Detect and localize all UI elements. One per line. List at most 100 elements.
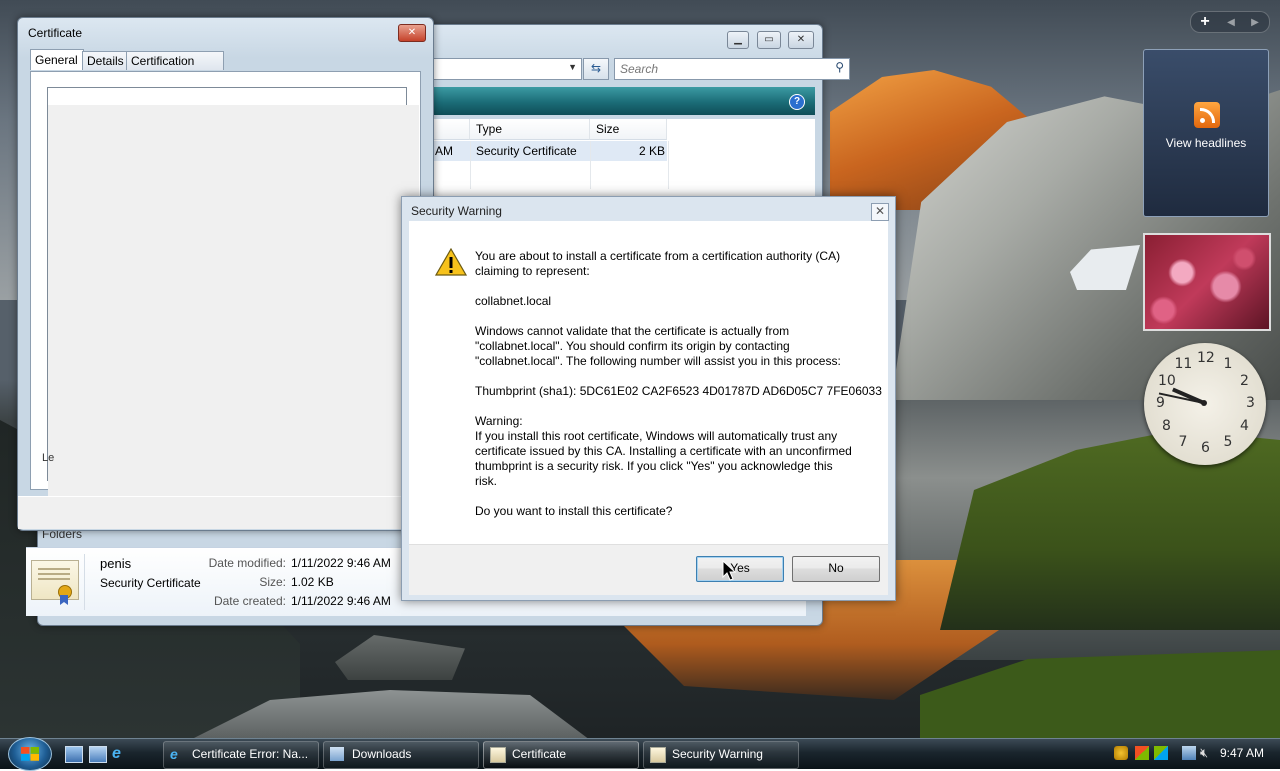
clock-numeral: 6 — [1201, 440, 1210, 456]
close-button[interactable]: ✕ — [788, 31, 814, 49]
windows-update-icon[interactable] — [1135, 746, 1149, 760]
ribbon-icon — [60, 595, 68, 605]
column-header-date[interactable] — [433, 119, 470, 140]
thumbprint-text: Thumbprint (sha1): 5DC61E02 CA2F6523 4D0… — [475, 384, 882, 398]
maximize-button[interactable]: ▭ — [757, 31, 781, 49]
mouse-pointer-icon — [722, 560, 736, 581]
security-shield-icon[interactable] — [1114, 746, 1128, 760]
search-input[interactable]: Search ⚲ — [614, 58, 850, 80]
taskbar-item-downloads[interactable]: Downloads — [323, 741, 479, 769]
close-button[interactable]: ✕ — [398, 24, 426, 42]
clock-numeral: 3 — [1246, 395, 1255, 411]
no-button[interactable]: No — [792, 556, 880, 582]
button-bar — [18, 496, 431, 529]
date-created-value: 1/11/2022 9:46 AM — [291, 594, 391, 608]
file-size: 2 KB — [639, 144, 666, 158]
volume-muted-icon[interactable]: 🔇︎ — [1200, 746, 1214, 760]
clock-pivot — [1201, 400, 1207, 406]
system-tray: 🔇︎ 9:47 AM — [1108, 740, 1280, 768]
feed-headlines-label[interactable]: View headlines — [1144, 136, 1268, 150]
next-gadget-icon[interactable]: ▶ — [1243, 17, 1267, 28]
file-date-fragment: AM — [435, 144, 453, 158]
internet-explorer-icon: e — [170, 746, 178, 762]
clock-time[interactable]: 9:47 AM — [1220, 746, 1264, 760]
task-label: Certificate — [512, 747, 567, 761]
intro-text: You are about to install a certificate f… — [475, 249, 841, 278]
warning-text: Warning: If you install this root certif… — [475, 414, 852, 488]
certificate-file-icon — [31, 560, 79, 605]
tab-details[interactable]: Details — [82, 51, 128, 70]
close-button[interactable]: ✕ — [871, 203, 889, 221]
file-row[interactable]: AM Security Certificate 2 KB — [433, 141, 667, 161]
unpainted-area — [48, 105, 419, 507]
clock-numeral: 9 — [1156, 395, 1165, 411]
warning-icon — [435, 248, 467, 276]
column-divider — [470, 141, 471, 189]
column-divider — [590, 141, 591, 189]
wallpaper-meadow-front — [920, 650, 1280, 740]
add-gadget-button[interactable]: + — [1191, 13, 1219, 31]
column-header-size[interactable]: Size — [590, 119, 667, 140]
network-icon[interactable] — [1182, 746, 1196, 760]
clock-numeral: 1 — [1223, 356, 1233, 373]
date-modified-label: Date modified: — [208, 556, 286, 570]
search-icon[interactable]: ⚲ — [835, 60, 844, 74]
clock-numeral: 7 — [1178, 433, 1188, 450]
clock-gadget[interactable]: 12 1 2 3 4 5 6 7 8 9 10 11 — [1144, 343, 1266, 465]
sidebar-controls: + ◀ ▶ — [1190, 11, 1270, 33]
internet-explorer-icon[interactable]: e — [112, 746, 128, 762]
address-bar[interactable]: ▼ — [428, 58, 582, 80]
rss-icon — [1194, 102, 1220, 128]
certificate-icon — [650, 747, 666, 763]
yes-button[interactable]: Yes — [696, 556, 784, 582]
window-title: Certificate — [28, 26, 83, 40]
previous-gadget-icon[interactable]: ◀ — [1219, 17, 1243, 28]
size-label: Size: — [259, 575, 286, 589]
start-button[interactable] — [8, 737, 52, 771]
size-value: 1.02 KB — [291, 575, 334, 589]
column-divider — [668, 141, 669, 189]
clock-numeral: 10 — [1158, 372, 1176, 389]
show-desktop-icon[interactable] — [65, 746, 83, 763]
feed-headlines-gadget[interactable]: View headlines — [1143, 49, 1269, 217]
clock-numeral: 5 — [1223, 433, 1233, 450]
certificate-icon — [490, 747, 506, 763]
chevron-down-icon[interactable]: ▼ — [568, 62, 577, 72]
minimize-button[interactable]: ▁ — [727, 31, 749, 49]
clock-numeral: 11 — [1174, 356, 1193, 373]
details-file-name: penis — [100, 556, 132, 571]
learn-more-link-fragment[interactable]: Le — [42, 452, 54, 464]
task-label: Security Warning — [672, 747, 763, 761]
defender-icon[interactable] — [1154, 746, 1168, 760]
ca-name: collabnet.local — [475, 294, 552, 308]
clock-numeral: 2 — [1239, 372, 1249, 389]
taskbar-item-certificate[interactable]: Certificate — [483, 741, 639, 769]
command-bar: ? — [433, 87, 815, 115]
refresh-button[interactable]: ⇆ — [583, 58, 609, 80]
folder-icon — [330, 747, 344, 761]
search-placeholder: Search — [620, 62, 659, 76]
taskbar-item-certificate-error[interactable]: e Certificate Error: Na... — [163, 741, 319, 769]
switch-windows-icon[interactable] — [89, 746, 107, 763]
windows-logo-icon — [21, 747, 39, 761]
certificate-window[interactable]: Certificate ✕ General Details Certificat… — [17, 17, 434, 531]
taskbar-item-security-warning[interactable]: Security Warning — [643, 741, 799, 769]
date-modified-value: 1/11/2022 9:46 AM — [291, 556, 391, 570]
dialog-title: Security Warning — [411, 204, 502, 218]
clock-numeral: 8 — [1162, 417, 1171, 434]
tab-certification-path[interactable]: Certification Path — [126, 51, 224, 86]
clock-numeral: 4 — [1239, 417, 1249, 434]
help-icon[interactable]: ? — [789, 94, 805, 110]
dialog-body: You are about to install a certificate f… — [409, 221, 888, 544]
dialog-footer: Yes No — [409, 544, 888, 595]
taskbar: e e Certificate Error: Na... Downloads C… — [0, 737, 1280, 771]
date-created-label: Date created: — [213, 594, 286, 608]
details-divider — [84, 554, 85, 610]
file-type: Security Certificate — [476, 144, 577, 158]
security-warning-dialog[interactable]: Security Warning ✕ You are about to inst… — [401, 196, 896, 601]
column-header-type[interactable]: Type — [470, 119, 590, 140]
tab-general[interactable]: General — [30, 49, 84, 70]
slideshow-gadget[interactable] — [1143, 233, 1271, 331]
task-label: Certificate Error: Na... — [192, 747, 309, 761]
question-text: Do you want to install this certificate? — [475, 504, 673, 518]
